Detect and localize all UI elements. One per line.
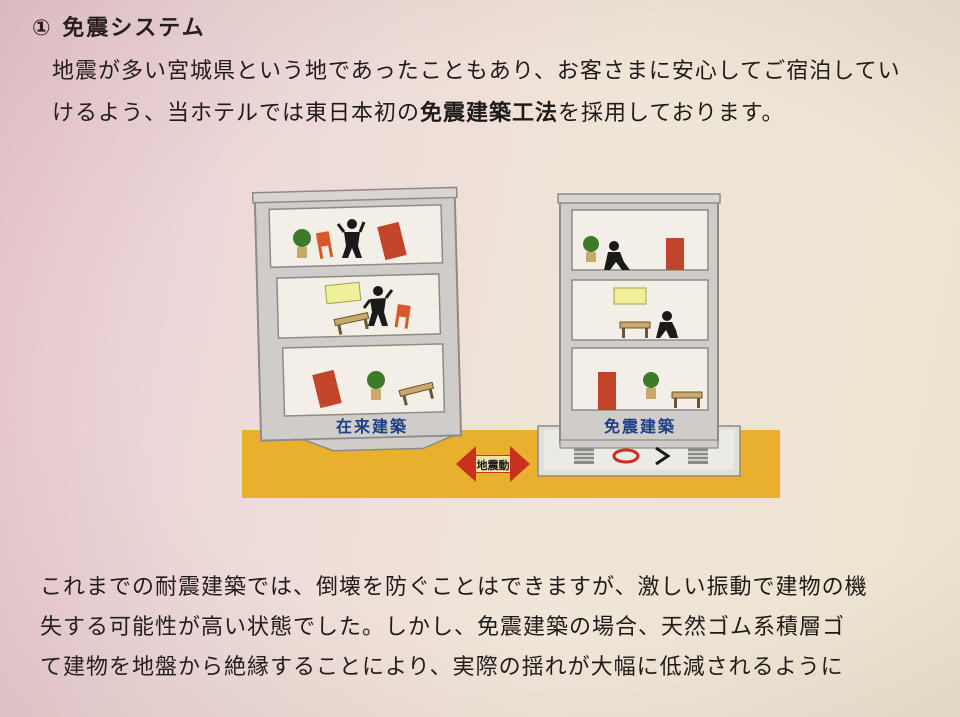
picture-frame-icon (613, 287, 647, 305)
isolated-base (559, 439, 719, 449)
rubber-bearing-icon (574, 448, 594, 464)
document-page: ① 免震システム 地震が多い宮城県という地であったこともあり、お客さまに安心して… (0, 0, 960, 717)
body-text: これまでの耐震建築では、倒壊を防ぐことはできますが、激しい振動で建物の機 失する… (40, 568, 868, 688)
body-line-2: 失する可能性が高い状態でした。しかし、免震建築の場合、天然ゴム系積層ゴ (40, 615, 846, 640)
floor-1 (571, 347, 709, 411)
body-line-3: て建物を地盤から絶縁することにより、実際の揺れが大幅に低減されるように (40, 655, 844, 680)
ground-motion-label: 地震動 (477, 458, 510, 472)
floor-1 (281, 343, 446, 417)
cabinet-icon (598, 372, 616, 410)
cabinet-icon (666, 238, 684, 270)
rubber-bearing-icon (688, 448, 708, 464)
isolated-building-label: 免震建築 (604, 417, 676, 436)
body-line-1: これまでの耐震建築では、倒壊を防ぐことはできますが、激しい振動で建物の機 (40, 575, 868, 600)
conventional-building-label: 在来建築 (336, 417, 408, 436)
picture-frame-icon (324, 281, 362, 305)
